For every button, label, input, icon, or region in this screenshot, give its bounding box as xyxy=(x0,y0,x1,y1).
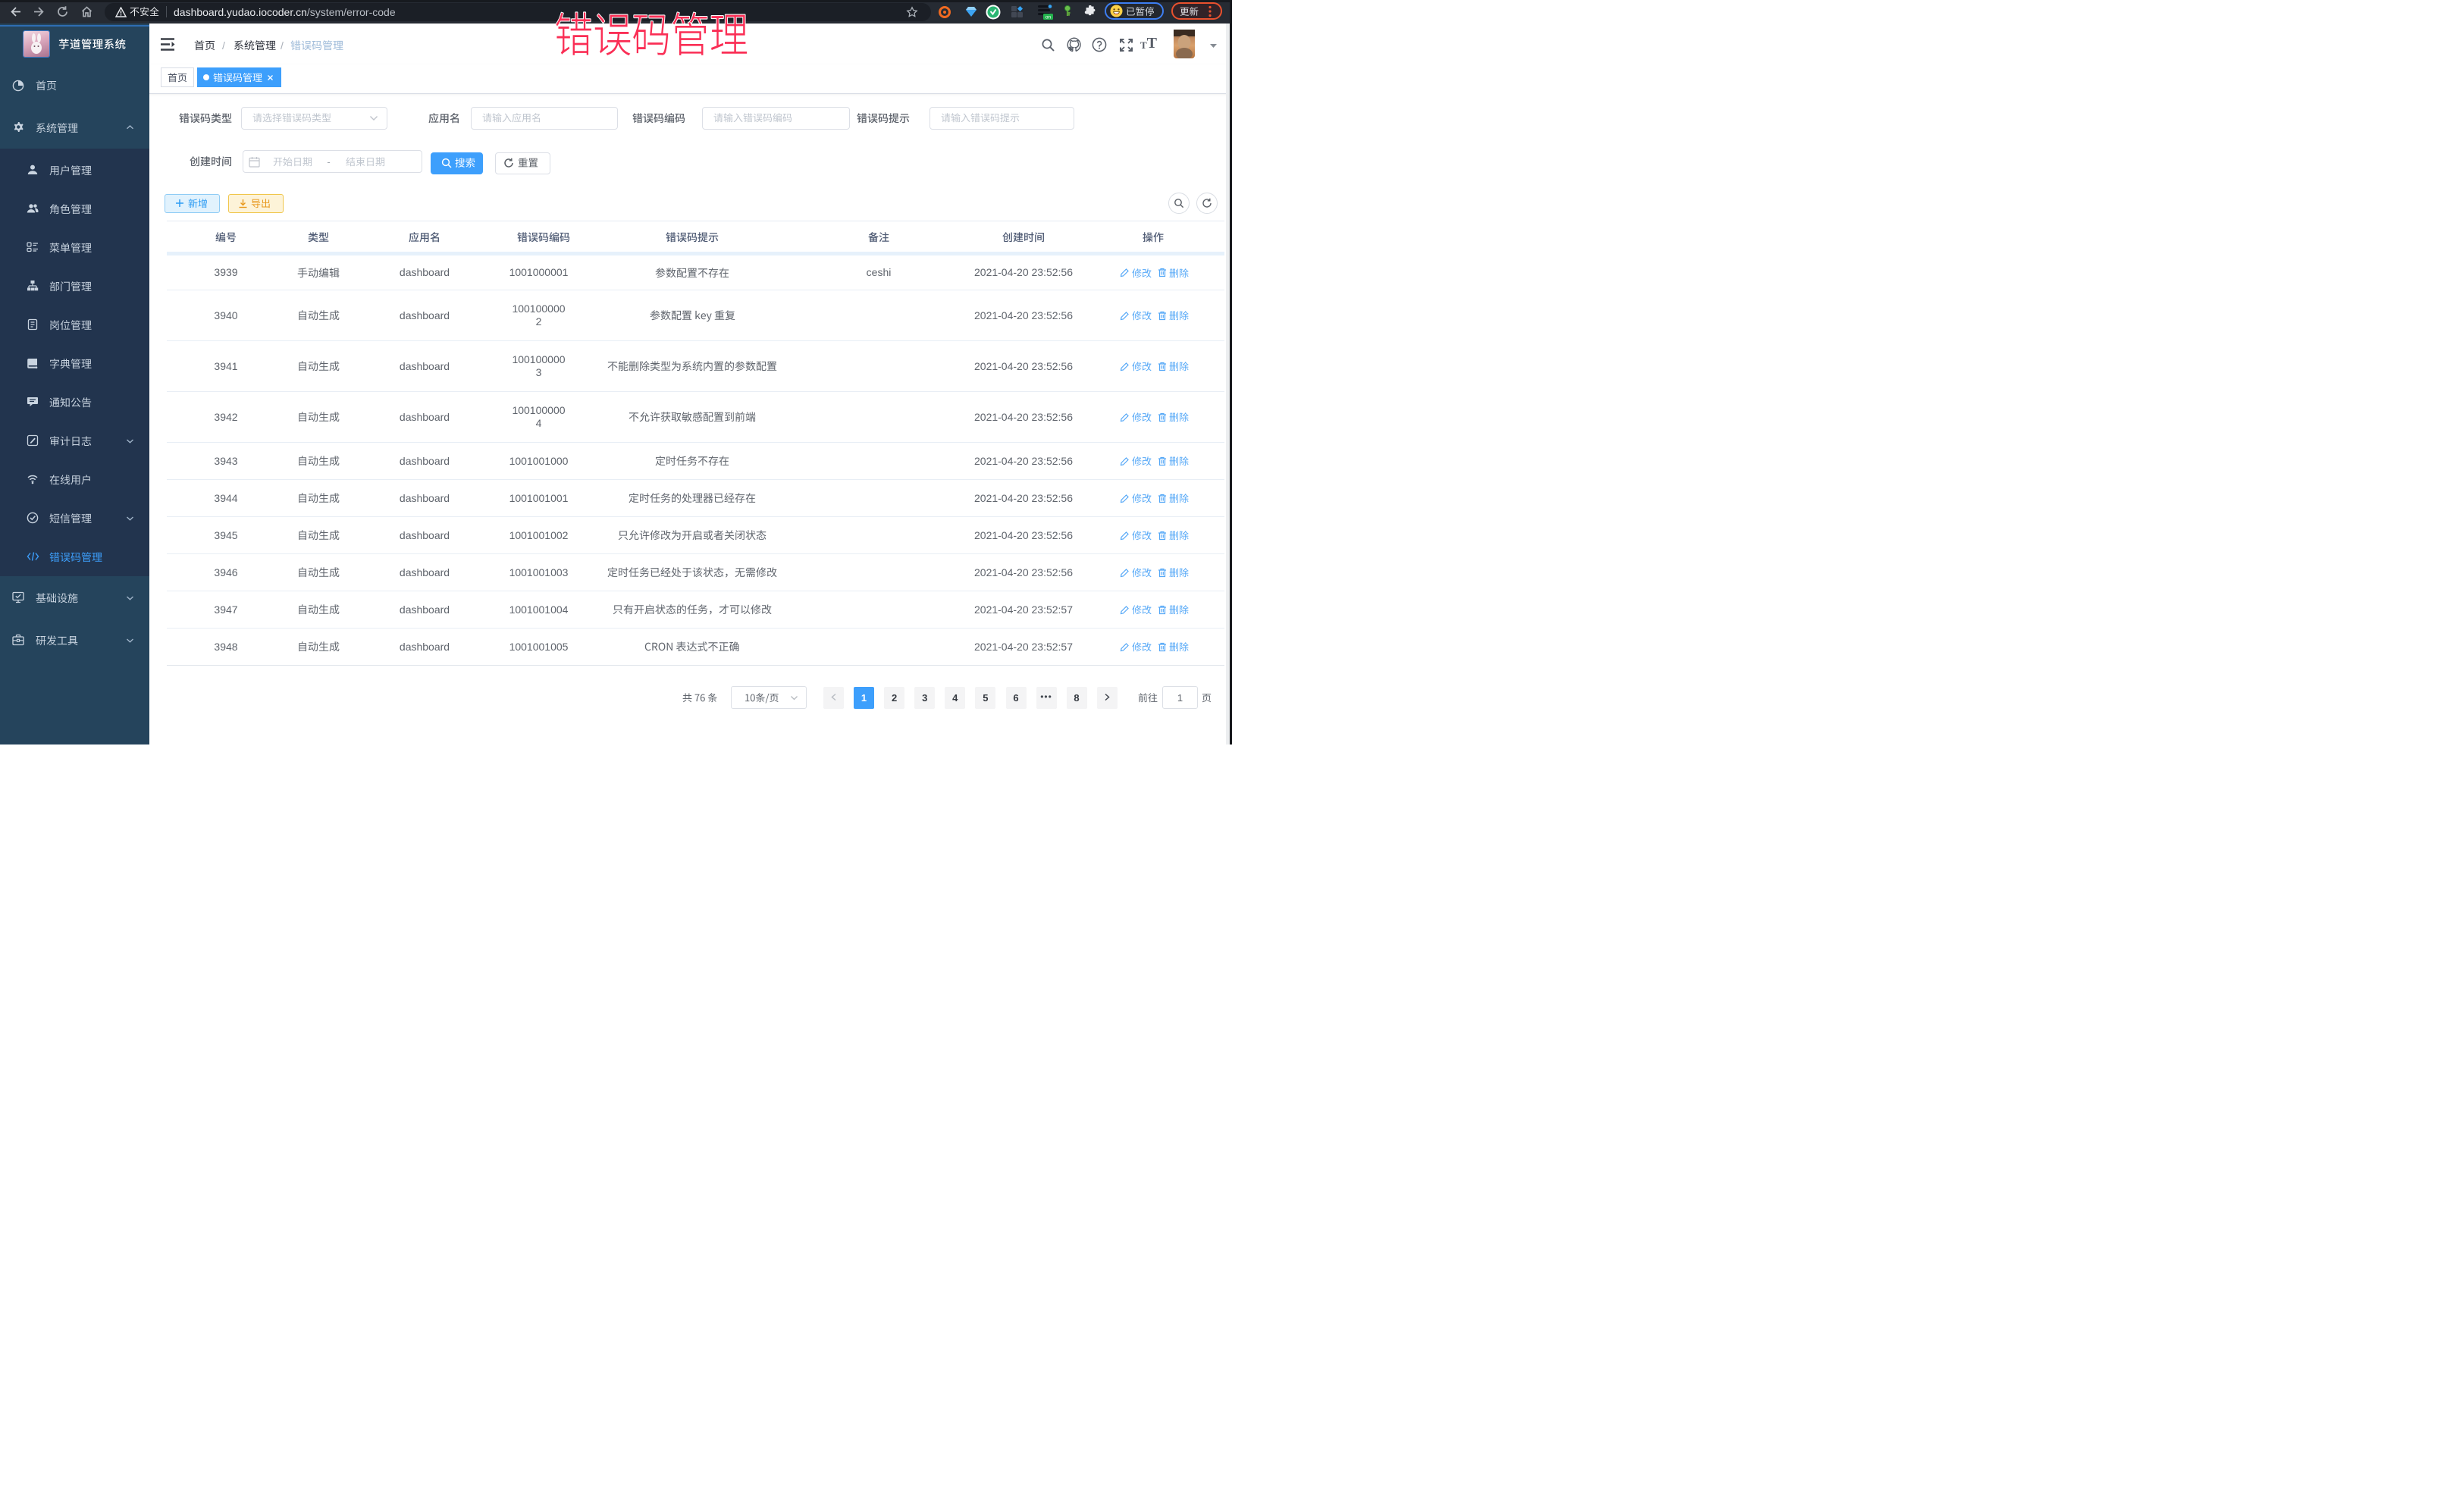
svg-text:on: on xyxy=(1045,14,1052,20)
